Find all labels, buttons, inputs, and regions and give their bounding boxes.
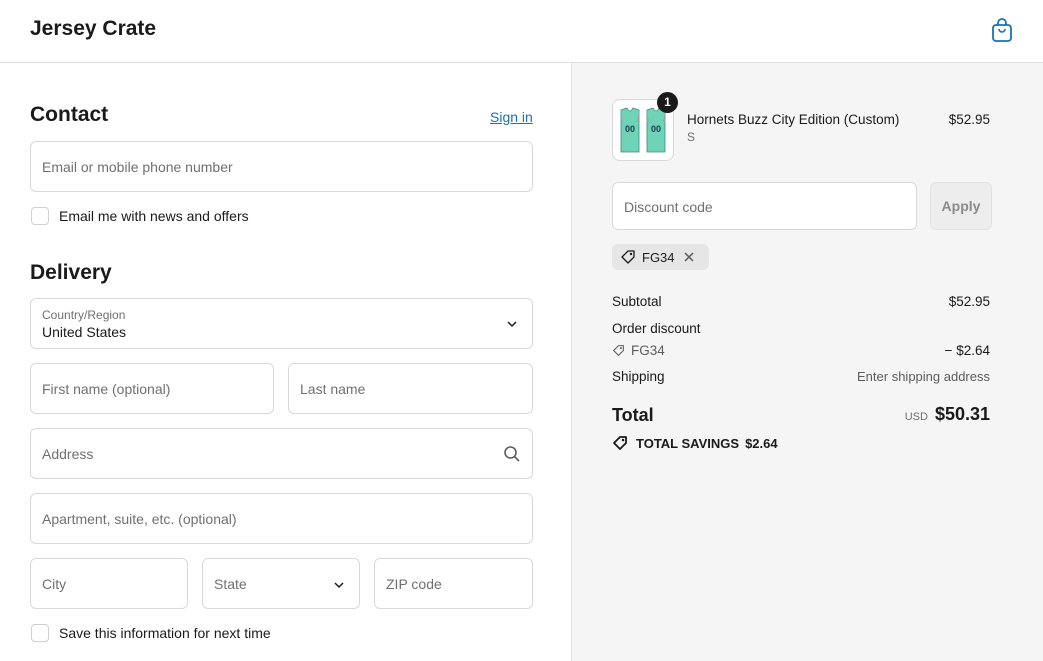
header: Jersey Crate — [0, 0, 1043, 63]
total-label: Total — [612, 405, 654, 425]
country-select[interactable]: Country/Region United States — [30, 298, 533, 349]
total-value: $50.31 — [934, 404, 990, 424]
checkout-form: Contact Sign in Email or mobile phone nu… — [0, 63, 571, 661]
order-discount-row: Order discount — [612, 321, 990, 336]
apartment-placeholder: Apartment, suite, etc. (optional) — [42, 511, 237, 527]
subtotal-label: Subtotal — [612, 294, 662, 309]
discount-code-field[interactable]: Discount code — [612, 182, 917, 230]
email-field[interactable]: Email or mobile phone number — [30, 141, 533, 192]
zip-placeholder: ZIP code — [386, 576, 442, 592]
jersey-number-back: 00 — [651, 124, 661, 134]
city-placeholder: City — [42, 576, 67, 592]
apartment-field[interactable]: Apartment, suite, etc. (optional) — [30, 493, 533, 544]
product-name: Hornets Buzz City Edition (Custom) — [687, 112, 900, 127]
product-price: $52.95 — [948, 112, 990, 127]
email-placeholder: Email or mobile phone number — [42, 159, 233, 175]
news-offers-option[interactable]: Email me with news and offers — [31, 207, 249, 225]
search-icon[interactable] — [503, 445, 521, 463]
currency-code: USD — [904, 411, 928, 423]
product-variant: S — [687, 130, 696, 144]
order-discount-detail: FG34 − $2.64 — [612, 343, 990, 360]
state-placeholder: State — [214, 576, 247, 592]
tag-icon — [621, 250, 635, 264]
applied-code: FG34 — [642, 249, 675, 265]
order-discount-value: − $2.64 — [944, 343, 990, 358]
city-field[interactable]: City — [30, 558, 188, 609]
save-info-option[interactable]: Save this information for next time — [31, 624, 271, 642]
total-savings: TOTAL SAVINGS $2.64 — [612, 435, 778, 451]
last-name-field[interactable]: Last name — [288, 363, 533, 414]
quantity-badge: 1 — [657, 92, 678, 113]
subtotal-value: $52.95 — [948, 294, 990, 309]
savings-tag-icon — [613, 436, 627, 450]
order-discount-label: Order discount — [612, 321, 701, 336]
remove-discount-icon[interactable] — [683, 251, 695, 263]
country-value: United States — [42, 324, 127, 340]
news-offers-label: Email me with news and offers — [59, 208, 249, 224]
news-offers-checkbox[interactable] — [31, 207, 49, 225]
jersey-number-front: 00 — [625, 124, 635, 134]
save-info-checkbox[interactable] — [31, 624, 49, 642]
country-label: Country/Region — [42, 308, 126, 322]
savings-value: $2.64 — [745, 435, 778, 451]
applied-discount-chip: FG34 — [612, 244, 709, 270]
order-discount-code: FG34 — [631, 343, 665, 358]
apply-button[interactable]: Apply — [930, 182, 992, 230]
address-field[interactable]: Address — [30, 428, 533, 479]
sign-in-link[interactable]: Sign in — [490, 109, 533, 125]
last-name-placeholder: Last name — [300, 381, 366, 397]
chevron-down-icon — [334, 582, 344, 589]
contact-heading: Contact — [30, 103, 109, 126]
state-select[interactable]: State — [202, 558, 360, 609]
shipping-label: Shipping — [612, 369, 665, 384]
shipping-value: Enter shipping address — [857, 369, 990, 384]
address-placeholder: Address — [42, 446, 94, 462]
first-name-placeholder: First name (optional) — [42, 381, 171, 397]
first-name-field[interactable]: First name (optional) — [30, 363, 274, 414]
order-summary: 00 00 1 Hornets Buzz City Edition (Custo… — [571, 63, 1043, 661]
save-info-label: Save this information for next time — [59, 625, 271, 641]
zip-field[interactable]: ZIP code — [374, 558, 533, 609]
discount-placeholder: Discount code — [624, 199, 713, 215]
chevron-down-icon — [507, 321, 517, 328]
tag-icon — [613, 345, 624, 356]
brand-logo[interactable]: Jersey Crate — [30, 17, 156, 41]
delivery-heading: Delivery — [30, 261, 112, 284]
shipping-row: Shipping Enter shipping address — [612, 369, 990, 384]
savings-label: TOTAL SAVINGS — [636, 435, 740, 451]
total-amount: USD $50.31 — [905, 404, 990, 425]
shopping-bag-icon[interactable] — [990, 17, 1014, 43]
subtotal-row: Subtotal $52.95 — [612, 294, 990, 309]
